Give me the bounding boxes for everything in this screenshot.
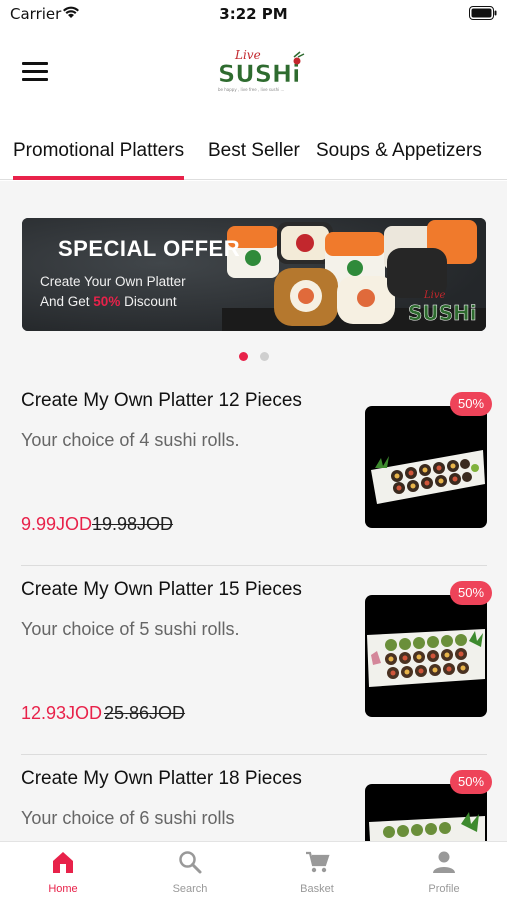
- menu-icon[interactable]: [22, 62, 48, 82]
- pager-dot[interactable]: [260, 352, 269, 361]
- item-image: [365, 406, 487, 528]
- home-icon: [53, 852, 73, 873]
- nav-profile-label: Profile: [428, 883, 460, 895]
- item-description: Your choice of 5 sushi rolls.: [21, 619, 240, 639]
- svg-text:be happy , live free , live su: be happy , live free , live sushi ...: [218, 87, 284, 92]
- item-name: Create My Own Platter 12 Pieces: [21, 390, 302, 411]
- discount-badge: 50%: [450, 581, 492, 605]
- search-icon: [179, 851, 202, 874]
- nav-basket-label: Basket: [300, 883, 334, 895]
- item-old-price: 19.98JOD: [92, 514, 174, 534]
- banner-logo-top: Live: [423, 290, 445, 301]
- banner-line-2: And Get 50% Discount: [40, 292, 186, 312]
- battery-icon: [469, 6, 497, 24]
- item-price: 12.93JOD: [21, 703, 103, 723]
- item-price: 9.99JOD: [21, 514, 93, 534]
- app-header: Live SUSHi be happy , live free , live s…: [0, 30, 507, 120]
- nav-search[interactable]: Search: [127, 842, 253, 900]
- list-item[interactable]: Create My Own Platter 18 Pieces Your cho…: [0, 754, 507, 841]
- item-description: Your choice of 4 sushi rolls.: [21, 430, 240, 450]
- list-item[interactable]: Create My Own Platter 15 Pieces Your cho…: [0, 565, 507, 755]
- svg-text:SUSHi: SUSHi: [218, 60, 300, 88]
- profile-icon: [433, 851, 455, 873]
- item-image: [365, 595, 487, 717]
- banner-subtitle: Create Your Own Platter And Get 50% Disc…: [40, 272, 186, 312]
- status-bar: Carrier 3:22 PM: [0, 0, 507, 30]
- discount-badge: 50%: [450, 392, 492, 416]
- tab-soups-appetizers[interactable]: Soups & Appetizers: [316, 140, 482, 162]
- clock: 3:22 PM: [219, 5, 288, 23]
- cart-icon: [306, 851, 330, 873]
- banner-pager: [239, 352, 271, 362]
- tab-best-seller[interactable]: Best Seller: [208, 140, 300, 162]
- bottom-nav: Home Search Basket Profile: [0, 841, 507, 900]
- live-sushi-logo: Live SUSHi be happy , live free , live s…: [214, 46, 308, 94]
- nav-profile[interactable]: Profile: [381, 842, 507, 900]
- pager-dot-active[interactable]: [239, 352, 248, 361]
- nav-basket[interactable]: Basket: [254, 842, 380, 900]
- promo-banner[interactable]: Live SUSHi SPECIAL OFFER Create Your Own…: [22, 218, 486, 331]
- banner-discount: 50%: [93, 294, 121, 309]
- discount-badge: 50%: [450, 770, 492, 794]
- nav-search-label: Search: [172, 883, 208, 895]
- nav-home-label: Home: [48, 883, 78, 895]
- tab-promotional-platters[interactable]: Promotional Platters: [13, 140, 185, 180]
- banner-title: SPECIAL OFFER: [58, 236, 241, 261]
- item-old-price: 25.86JOD: [104, 703, 186, 723]
- category-tabs: Promotional Platters Best Seller Soups &…: [0, 130, 507, 180]
- content-area: Live SUSHi SPECIAL OFFER Create Your Own…: [0, 181, 507, 841]
- banner-line-2-suffix: Discount: [120, 294, 177, 309]
- list-item[interactable]: Create My Own Platter 12 Pieces Your cho…: [0, 376, 507, 566]
- item-name: Create My Own Platter 15 Pieces: [21, 579, 302, 600]
- item-name: Create My Own Platter 18 Pieces: [21, 768, 302, 789]
- nav-home[interactable]: Home: [0, 842, 126, 900]
- banner-logo-main: SUSHi: [408, 301, 477, 325]
- banner-line-1: Create Your Own Platter: [40, 274, 186, 289]
- banner-line-2-prefix: And Get: [40, 294, 94, 309]
- item-description: Your choice of 6 sushi rolls: [21, 808, 235, 828]
